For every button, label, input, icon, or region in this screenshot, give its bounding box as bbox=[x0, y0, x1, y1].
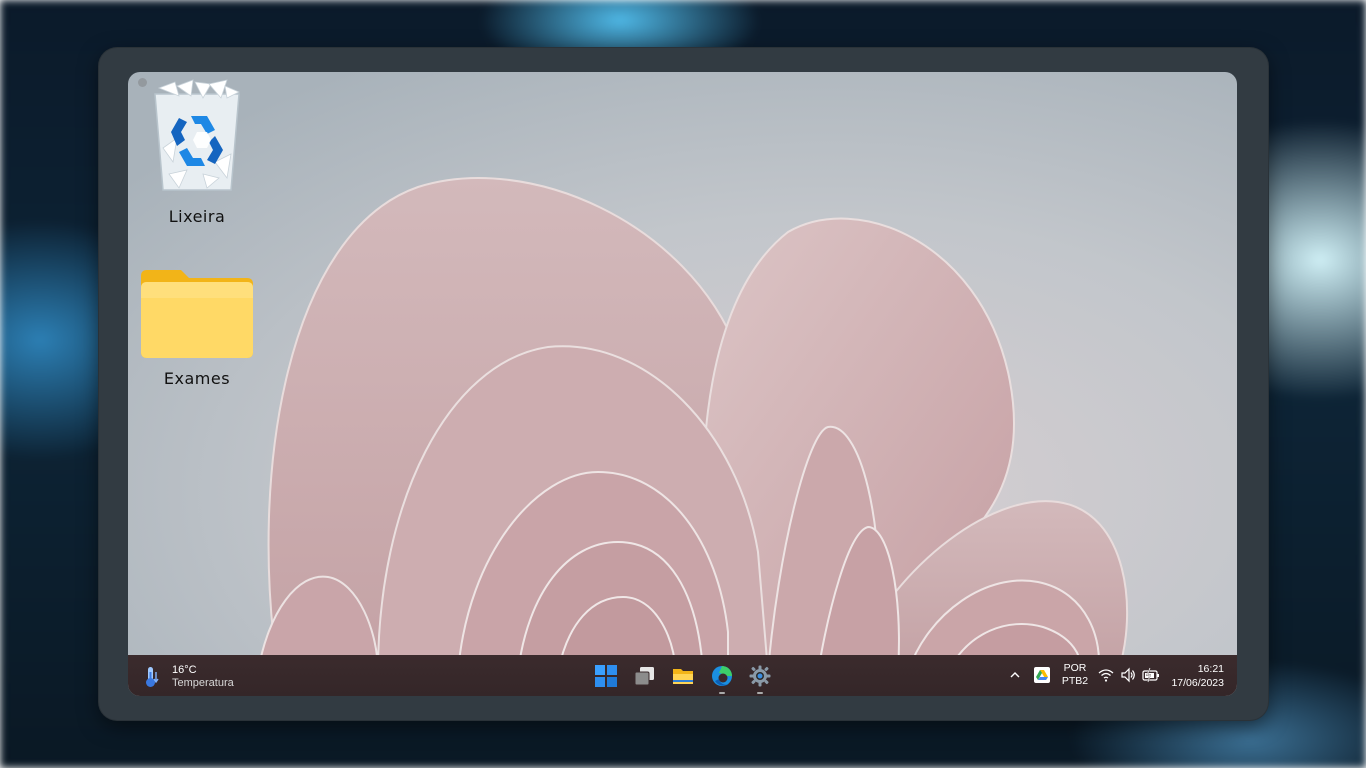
wifi-icon bbox=[1098, 669, 1114, 682]
edge-browser-icon bbox=[712, 666, 732, 686]
windows-start-icon bbox=[595, 665, 617, 687]
settings-button[interactable] bbox=[749, 665, 771, 687]
desktop-icon-recycle-bin[interactable]: Lixeira bbox=[141, 78, 253, 226]
file-explorer-button[interactable] bbox=[672, 665, 694, 687]
edge-browser-button[interactable] bbox=[711, 665, 733, 687]
running-indicator bbox=[719, 692, 725, 694]
desktop-screen: Lixeira Exames 16°C Temperatura POR PTB2… bbox=[128, 72, 1237, 696]
show-hidden-icons-button[interactable] bbox=[1008, 668, 1022, 682]
file-explorer-icon bbox=[673, 669, 693, 684]
thermometer-icon bbox=[146, 667, 159, 687]
clock-date: 17/06/2023 bbox=[1171, 677, 1224, 689]
task-view-icon bbox=[634, 667, 654, 686]
language-code: POR bbox=[1063, 662, 1087, 674]
google-drive-icon bbox=[1034, 667, 1050, 683]
bloom-wallpaper bbox=[256, 177, 1129, 673]
running-indicator bbox=[757, 692, 763, 694]
desktop-icon-exames-folder[interactable]: Exames bbox=[141, 268, 253, 388]
language-indicator[interactable]: POR PTB2 bbox=[1060, 662, 1090, 688]
google-drive-tray-button[interactable] bbox=[1034, 667, 1050, 683]
battery-charging-icon bbox=[1142, 667, 1159, 683]
recycle-bin-icon bbox=[154, 79, 240, 191]
settings-gear-icon bbox=[749, 665, 771, 687]
weather-widget[interactable]: 16°C Temperatura bbox=[144, 664, 254, 690]
weather-temperature: 16°C bbox=[172, 664, 197, 676]
desktop-icon-label: Lixeira bbox=[168, 207, 226, 226]
taskbar: 16°C Temperatura POR PTB2 16:21 17/06/20… bbox=[128, 655, 1237, 696]
desktop-icon-label: Exames bbox=[163, 369, 231, 388]
weather-description: Temperatura bbox=[172, 677, 234, 689]
start-button[interactable] bbox=[595, 665, 617, 687]
clock-time: 16:21 bbox=[1197, 663, 1224, 675]
keyboard-layout: PTB2 bbox=[1061, 675, 1089, 687]
clock[interactable]: 16:21 17/06/2023 bbox=[1164, 662, 1224, 690]
quick-settings-button[interactable] bbox=[1098, 666, 1160, 684]
folder-icon bbox=[141, 270, 253, 358]
volume-icon bbox=[1121, 667, 1135, 683]
task-view-button[interactable] bbox=[634, 665, 656, 687]
chevron-up-icon bbox=[1010, 672, 1020, 678]
